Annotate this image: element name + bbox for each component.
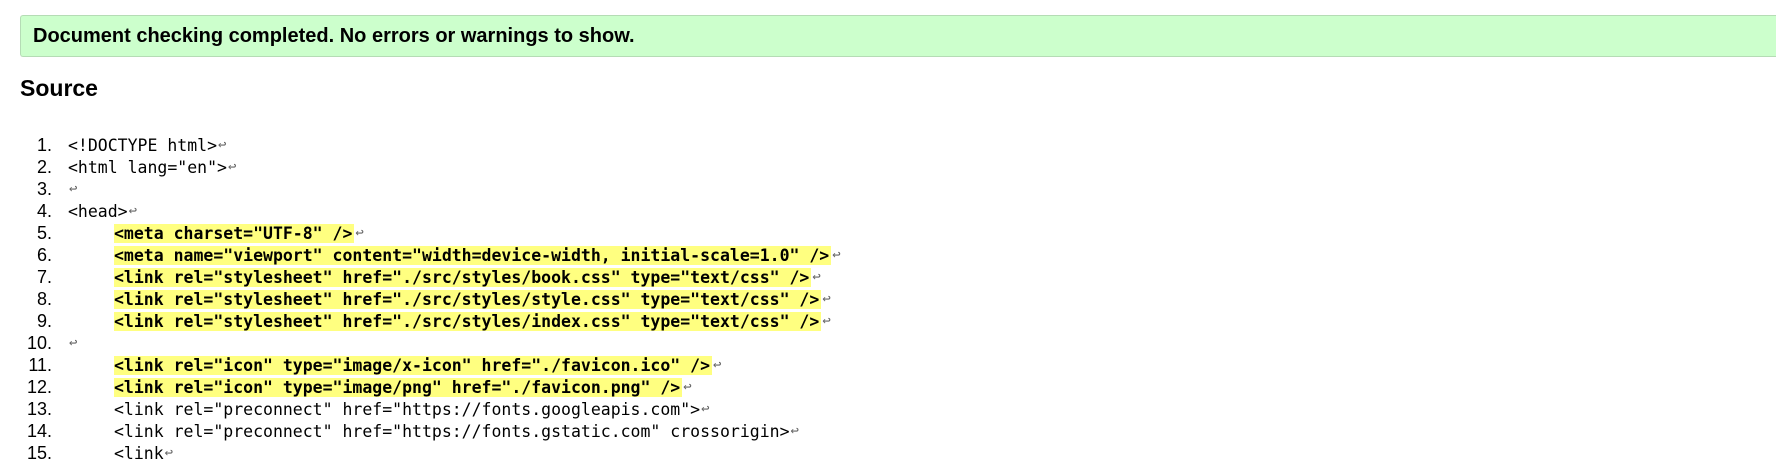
line-number: 9. (36, 310, 52, 331)
line-number: 7. (36, 266, 52, 287)
source-line: 12. <link rel="icon" type="image/png" hre… (0, 376, 841, 398)
code-text: <html lang="en"> (68, 157, 227, 177)
line-number: 8. (36, 288, 52, 309)
source-line: 5. <meta charset="UTF-8" /> ↩ (0, 222, 841, 244)
line-return-icon: ↩ (822, 291, 831, 307)
line-number: 10. (26, 332, 52, 353)
success-message-banner: Document checking completed. No errors o… (20, 15, 1776, 57)
highlighted-code-text: <link rel="icon" type="image/x-icon" hre… (114, 355, 713, 375)
code-text: <head> (68, 201, 128, 221)
highlighted-code-text: <link rel="stylesheet" href="./src/style… (114, 311, 822, 331)
source-line: 4. <head> ↩ (0, 200, 841, 222)
line-number: 14. (26, 420, 52, 441)
line-return-icon: ↩ (701, 401, 710, 417)
source-line: 11. <link rel="icon" type="image/x-icon" … (0, 354, 841, 376)
source-line: 3. ↩ (0, 178, 841, 200)
line-return-icon: ↩ (227, 159, 237, 175)
highlighted-code-text: <link rel="stylesheet" href="./src/style… (114, 289, 822, 309)
line-number: 4. (36, 200, 52, 221)
source-line: 14. <link rel="preconnect" href="https://… (0, 420, 841, 442)
line-return-icon: ↩ (812, 269, 821, 285)
line-return-icon: ↩ (683, 379, 692, 395)
line-number: 12. (26, 376, 52, 397)
line-number: 3. (36, 178, 52, 199)
source-heading: Source (20, 75, 98, 101)
source-line: 7. <link rel="stylesheet" href="./src/sty… (0, 266, 841, 288)
highlighted-code-text: <meta charset="UTF-8" /> (114, 223, 355, 243)
source-line: 2. <html lang="en"> ↩ (0, 156, 841, 178)
source-line: 9. <link rel="stylesheet" href="./src/sty… (0, 310, 841, 332)
line-return-icon: ↩ (69, 335, 78, 351)
source-line: 8. <link rel="stylesheet" href="./src/sty… (0, 288, 841, 310)
line-return-icon: ↩ (832, 247, 841, 263)
line-return-icon: ↩ (355, 225, 364, 241)
line-number: 6. (36, 244, 52, 265)
success-message-text: Document checking completed. No errors o… (33, 24, 635, 47)
line-return-icon: ↩ (822, 313, 831, 329)
highlighted-code-text: <link rel="stylesheet" href="./src/style… (114, 267, 812, 287)
line-return-icon: ↩ (164, 445, 174, 461)
source-line: 1. <!DOCTYPE html> ↩ (0, 134, 841, 156)
source-line: 13. <link rel="preconnect" href="https://… (0, 398, 841, 420)
line-return-icon: ↩ (69, 181, 78, 197)
line-return-icon: ↩ (790, 423, 799, 439)
source-line: 10. ↩ (0, 332, 841, 354)
line-number: 15. (26, 442, 52, 463)
code-text: <!DOCTYPE html> (68, 135, 218, 155)
line-number: 2. (36, 156, 52, 177)
code-text: <link rel="preconnect" href="https://fon… (114, 421, 790, 441)
source-line: 6. <meta name="viewport" content="width=d… (0, 244, 841, 266)
highlighted-code-text: <link rel="icon" type="image/png" href="… (114, 377, 683, 397)
source-code-list: 1. <!DOCTYPE html> ↩ 2. <html lang="en"> ↩ 3. ↩… (0, 134, 841, 464)
line-return-icon: ↩ (713, 357, 722, 373)
source-line: 15. <link ↩ (0, 442, 841, 464)
highlighted-code-text: <meta name="viewport" content="width=dev… (114, 245, 832, 265)
line-return-icon: ↩ (128, 203, 138, 219)
line-return-icon: ↩ (218, 137, 227, 153)
code-text: <link rel="preconnect" href="https://fon… (114, 399, 701, 419)
code-text: <link (114, 443, 164, 463)
line-number: 13. (26, 398, 52, 419)
line-number: 11. (28, 354, 52, 375)
line-number: 1. (36, 134, 52, 155)
line-number: 5. (36, 222, 52, 243)
